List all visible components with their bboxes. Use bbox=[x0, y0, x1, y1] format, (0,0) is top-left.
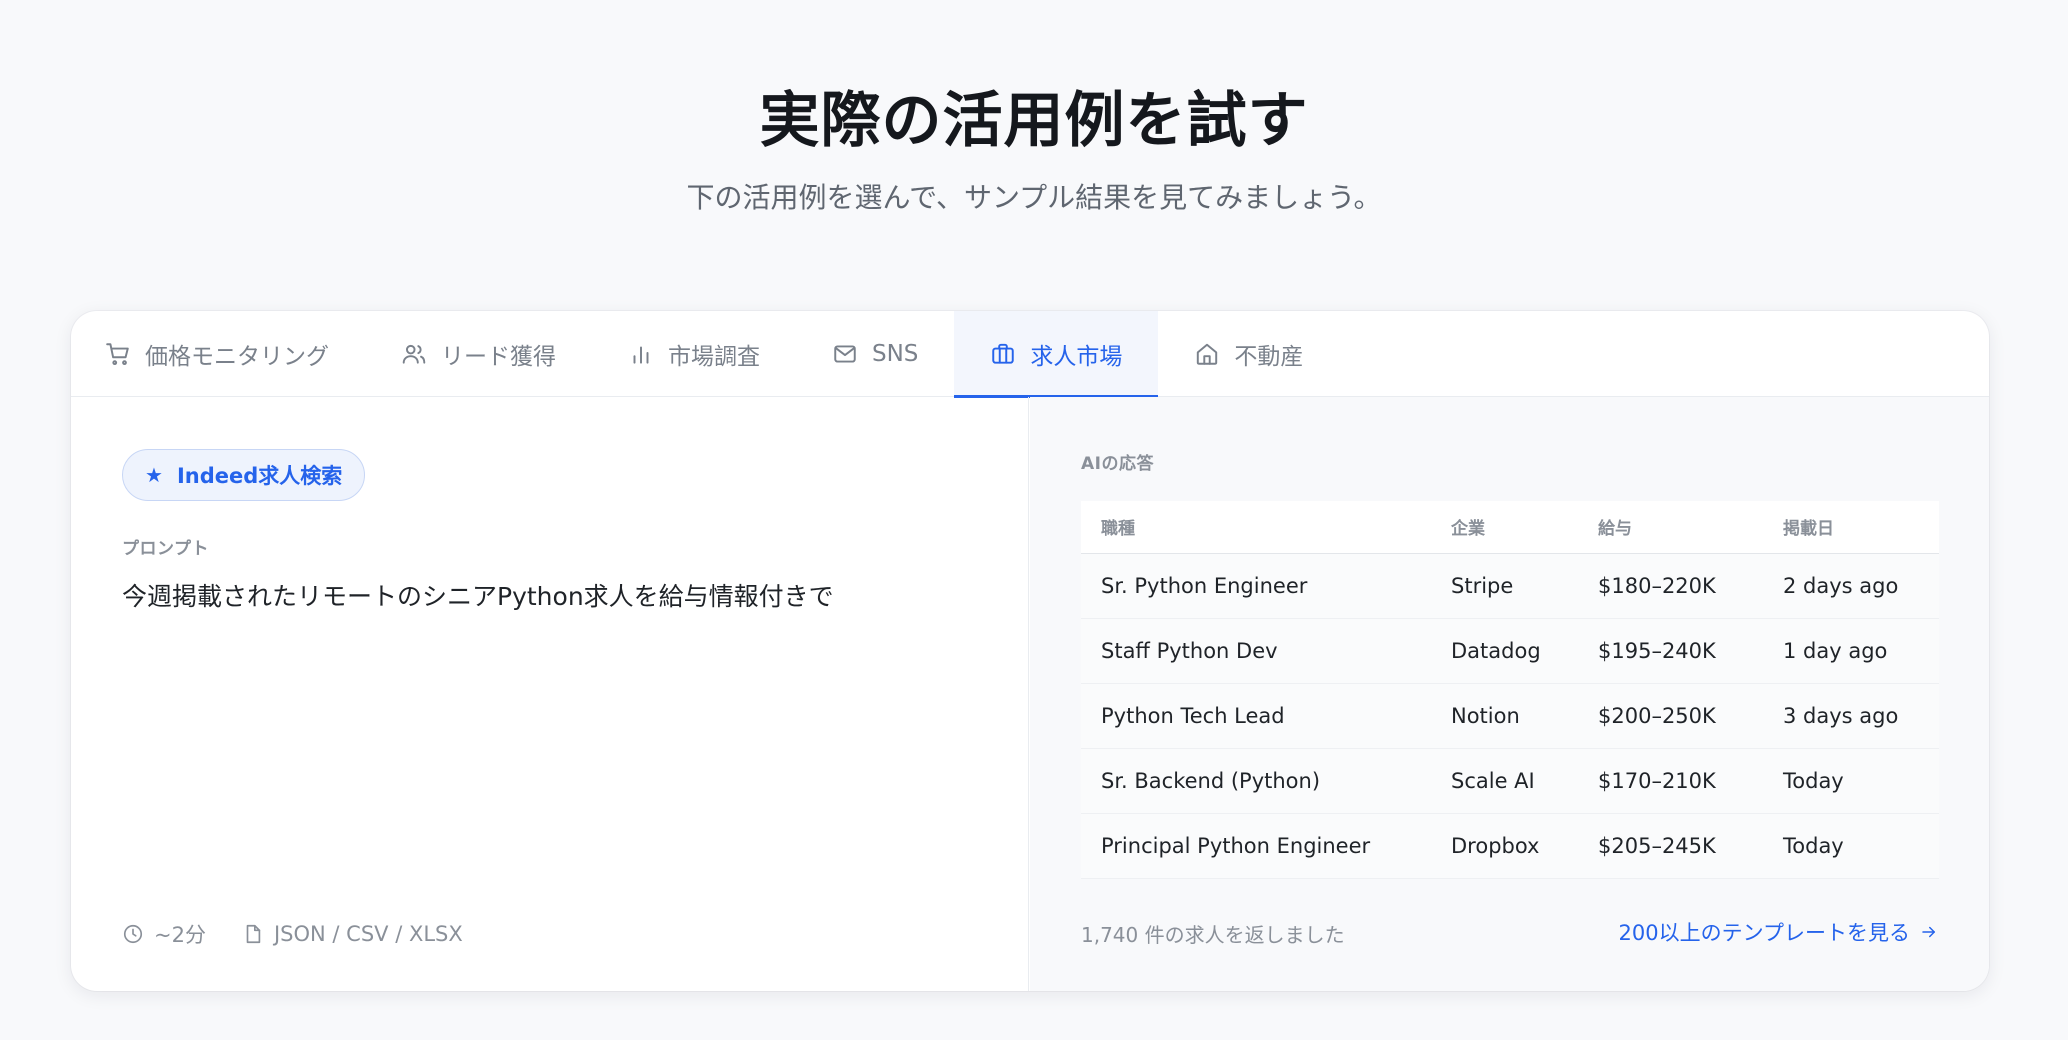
formats-text: JSON / CSV / XLSX bbox=[273, 922, 463, 946]
page-title: 実際の活用例を試す bbox=[759, 86, 1309, 156]
page-subtitle: 下の活用例を選んで、サンプル結果を見てみましょう。 bbox=[686, 181, 1382, 214]
table-cell: Dropbox bbox=[1431, 813, 1578, 879]
prompt-meta: ~2分 JSON / CSV / XLSX bbox=[122, 919, 463, 949]
tab-label: 求人市場 bbox=[1030, 344, 1123, 370]
table-cell: $180–220K bbox=[1578, 553, 1763, 619]
tab-label: 不動産 bbox=[1234, 344, 1304, 370]
table-cell: $170–210K bbox=[1578, 748, 1763, 814]
tab-sns[interactable]: SNS bbox=[796, 311, 954, 397]
prompt-text: 今週掲載されたリモートのシニアPython求人を給与情報付きで bbox=[122, 582, 834, 611]
table-row: Python Tech Lead Notion $200–250K 3 days… bbox=[1081, 683, 1939, 749]
tab-market-research[interactable]: 市場調査 bbox=[592, 311, 796, 397]
file-icon bbox=[246, 924, 261, 944]
response-panel: AIの応答 職種 企業 給与 掲載日 Sr. Python Engineer S… bbox=[1030, 397, 1989, 991]
table-cell: $205–245K bbox=[1578, 813, 1763, 879]
table-cell: Datadog bbox=[1431, 618, 1578, 684]
table-cell: $195–240K bbox=[1578, 618, 1763, 684]
column-header: 掲載日 bbox=[1763, 501, 1939, 554]
mail-icon bbox=[834, 345, 856, 363]
tab-label: リード獲得 bbox=[441, 344, 556, 370]
arrow-right-icon bbox=[1922, 926, 1935, 938]
view-templates-link[interactable]: 200以上のテンプレートを見る bbox=[1619, 917, 1938, 947]
table-cell: Sr. Backend (Python) bbox=[1081, 748, 1431, 814]
table-header-row: 職種 企業 給与 掲載日 bbox=[1081, 501, 1939, 554]
column-header: 企業 bbox=[1431, 501, 1578, 554]
result-count: 1,740 件の求人を返しました bbox=[1081, 923, 1345, 947]
bar-chart-icon bbox=[633, 346, 649, 364]
clock-icon bbox=[123, 924, 143, 944]
table-row: Sr. Backend (Python) Scale AI $170–210K … bbox=[1081, 748, 1939, 814]
prompt-panel: ★ Indeed求人検索 プロンプト 今週掲載されたリモートのシニアPython… bbox=[71, 397, 1029, 991]
tab-price-monitoring[interactable]: 価格モニタリング bbox=[105, 311, 365, 397]
tab-real-estate[interactable]: 不動産 bbox=[1158, 311, 1339, 397]
tab-label: 価格モニタリング bbox=[145, 344, 329, 370]
tab-lead-generation[interactable]: リード獲得 bbox=[365, 311, 592, 397]
duration-text: ~2分 bbox=[154, 923, 206, 947]
prompt-label: プロンプト bbox=[122, 539, 209, 559]
star-icon: ★ bbox=[145, 463, 163, 487]
home-icon bbox=[1197, 343, 1218, 365]
use-case-card: 価格モニタリング リード獲得 市場調査 SNS 求人市場 不動産 ★ Indee… bbox=[71, 311, 1989, 991]
table-row: Staff Python Dev Datadog $195–240K 1 day… bbox=[1081, 618, 1939, 684]
table-cell: 1 day ago bbox=[1763, 618, 1939, 684]
table-row: Sr. Python Engineer Stripe $180–220K 2 d… bbox=[1081, 553, 1939, 619]
ai-response-label: AIの応答 bbox=[1081, 454, 1154, 474]
table-cell: Scale AI bbox=[1431, 748, 1578, 814]
cart-icon bbox=[106, 343, 129, 366]
table-cell: Today bbox=[1763, 813, 1939, 879]
table-cell: Principal Python Engineer bbox=[1081, 813, 1431, 879]
briefcase-icon bbox=[992, 343, 1015, 364]
tab-job-market[interactable]: 求人市場 bbox=[954, 311, 1159, 398]
table-cell: $200–250K bbox=[1578, 683, 1763, 749]
table-cell: 3 days ago bbox=[1763, 683, 1939, 749]
template-pill-label: Indeed求人検索 bbox=[176, 464, 343, 488]
table-cell: Stripe bbox=[1431, 553, 1578, 619]
view-templates-label: 200以上のテンプレートを見る bbox=[1618, 921, 1910, 945]
table-row: Principal Python Engineer Dropbox $205–2… bbox=[1081, 813, 1939, 879]
column-header: 給与 bbox=[1578, 501, 1763, 554]
table-cell: Staff Python Dev bbox=[1081, 618, 1431, 684]
tab-label: SNS bbox=[872, 341, 919, 367]
column-header: 職種 bbox=[1081, 501, 1431, 554]
results-table: 職種 企業 給与 掲載日 Sr. Python Engineer Stripe … bbox=[1081, 501, 1939, 879]
table-cell: Python Tech Lead bbox=[1081, 683, 1431, 749]
users-icon bbox=[402, 344, 426, 364]
use-case-tabs: 価格モニタリング リード獲得 市場調査 SNS 求人市場 不動産 bbox=[71, 311, 1989, 398]
table-cell: 2 days ago bbox=[1763, 553, 1939, 619]
table-cell: Notion bbox=[1431, 683, 1578, 749]
tab-label: 市場調査 bbox=[668, 344, 760, 370]
table-cell: Today bbox=[1763, 748, 1939, 814]
template-pill[interactable]: ★ Indeed求人検索 bbox=[122, 449, 366, 501]
table-cell: Sr. Python Engineer bbox=[1081, 553, 1431, 619]
